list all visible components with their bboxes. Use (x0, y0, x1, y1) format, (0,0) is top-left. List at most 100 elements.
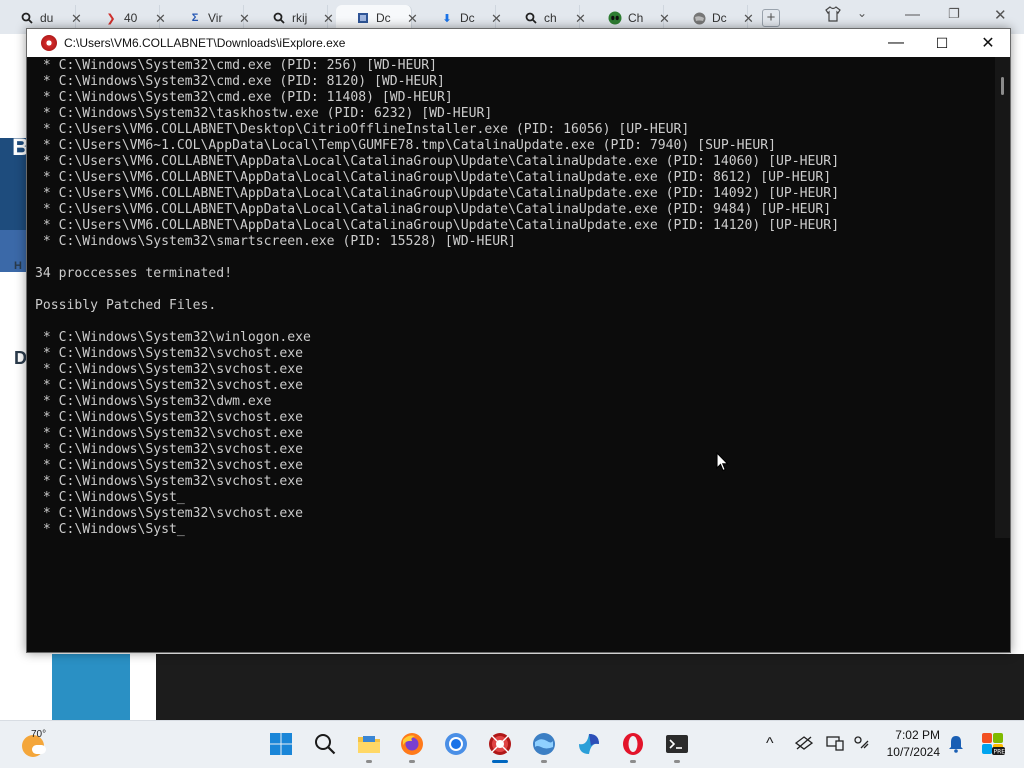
notification-bell-icon[interactable] (948, 735, 964, 756)
maximize-button[interactable]: ☐ (919, 29, 965, 57)
search-button[interactable] (312, 731, 338, 757)
console-line: * C:\Windows\System32\svchost.exe (35, 426, 304, 441)
console-line: Possibly Patched Files. (35, 298, 217, 313)
browser-tab-title: Dc (712, 11, 727, 25)
console-line: * C:\Windows\System32\winlogon.exe (35, 330, 311, 345)
copilot-icon (579, 734, 599, 754)
browser-tab-title: Dc (376, 11, 391, 25)
console-line: * C:\Users\VM6.COLLABNET\AppData\Local\C… (35, 170, 832, 185)
console-line: * C:\Users\VM6.COLLABNET\AppData\Local\C… (35, 154, 840, 169)
cloud-shape (32, 745, 46, 754)
console-line: * C:\Users\VM6.COLLABNET\AppData\Local\C… (35, 202, 832, 217)
copilot-button[interactable] (576, 731, 602, 757)
mouse-pointer-icon (716, 451, 729, 475)
page-footer-block (156, 654, 1024, 720)
search-icon (20, 11, 34, 25)
iexplore-app-button[interactable] (487, 731, 513, 757)
start-button[interactable] (268, 731, 294, 757)
console-line: * C:\Windows\System32\svchost.exe (35, 378, 304, 393)
firefox-button[interactable] (399, 731, 425, 757)
terminal-button[interactable] (664, 731, 690, 757)
console-window[interactable]: C:\Users\VM6.COLLABNET\Downloads\iExplor… (26, 28, 1011, 653)
sigma-icon: Σ (191, 12, 199, 24)
console-line: * C:\Users\VM6.COLLABNET\Desktop\CitrioO… (35, 122, 690, 137)
console-line: * C:\Windows\System32\cmd.exe (PID: 256)… (35, 58, 438, 73)
globe-icon (692, 11, 706, 25)
console-line: * C:\Windows\System32\smartscreen.exe (P… (35, 234, 516, 249)
plus-icon: + (766, 9, 776, 26)
search-icon (272, 11, 286, 25)
console-line: * C:\Users\VM6.COLLABNET\AppData\Local\C… (35, 218, 840, 233)
svg-text:PRE: PRE (994, 749, 1006, 756)
minimize-button[interactable]: — (873, 29, 919, 57)
close-icon[interactable]: ✕ (994, 6, 1007, 24)
browser-tab-title: Ch (628, 11, 644, 25)
file-explorer-button[interactable] (356, 731, 382, 757)
firefox-icon (401, 733, 423, 755)
browser-tab-title: 40 (124, 11, 138, 25)
console-line: * C:\Windows\System32\svchost.exe (35, 410, 304, 425)
console-line: * C:\Windows\System32\svchost.exe (35, 362, 304, 377)
accessibility-icon[interactable] (853, 735, 871, 754)
virustotal-icon: ❯ (106, 12, 116, 25)
taskbar-clock[interactable]: 7:02 PM 10/7/2024 (880, 727, 940, 761)
browser-tab-title: du (40, 11, 54, 25)
taskbar: 70° ^ 7:02 PM 10/7/2024 PRE (0, 720, 1024, 768)
opera-icon (623, 733, 643, 755)
console-line: * C:\Windows\System32\dwm.exe (35, 394, 272, 409)
page-nav-strip (0, 230, 26, 272)
alien-icon (608, 11, 622, 25)
active-indicator (492, 760, 508, 763)
shirt-icon[interactable] (825, 6, 841, 26)
browser-globe-button[interactable] (531, 731, 557, 757)
show-hidden-icons-chevron-icon[interactable]: ^ (766, 735, 774, 753)
opera-button[interactable] (620, 731, 646, 757)
globe-icon (533, 733, 555, 755)
running-indicator (630, 760, 636, 763)
console-line: * C:\Windows\Syst_ (35, 490, 185, 505)
minimize-icon[interactable]: — (905, 6, 920, 23)
browser-tab-title: Vir (208, 11, 223, 25)
folder-icon (358, 736, 380, 753)
iexplore-app-icon (489, 733, 511, 755)
display-icon[interactable] (826, 735, 844, 754)
close-icon[interactable]: ✕ (323, 11, 334, 27)
terminal-icon (666, 735, 688, 753)
console-output: * C:\Windows\System32\cmd.exe (PID: 256)… (27, 57, 995, 566)
page-link-fragment: H (14, 260, 22, 272)
console-line: * C:\Windows\System32\svchost.exe (35, 506, 304, 521)
console-line: 34 proccesses terminated! (35, 266, 233, 281)
iexplore-app-icon (41, 35, 57, 51)
console-line: * C:\Windows\Syst_ (35, 522, 185, 537)
close-icon[interactable]: ✕ (71, 11, 82, 27)
chrome-icon (445, 733, 467, 755)
console-line: * C:\Windows\System32\svchost.exe (35, 442, 304, 457)
close-icon[interactable]: ✕ (155, 11, 166, 27)
restore-icon[interactable]: ❐ (948, 6, 960, 22)
close-icon[interactable]: ✕ (491, 11, 502, 27)
page-image-block (52, 654, 130, 720)
browser-tab-title: rkij (292, 11, 308, 25)
chevron-down-icon[interactable]: ⌄ (857, 6, 867, 20)
clock-time: 7:02 PM (895, 728, 940, 742)
running-indicator (409, 760, 415, 763)
scrollbar-thumb[interactable] (1001, 77, 1004, 95)
close-icon[interactable]: ✕ (659, 11, 670, 27)
console-empty-area (27, 538, 1010, 652)
running-indicator (541, 760, 547, 763)
close-icon[interactable]: ✕ (575, 11, 586, 27)
close-icon[interactable]: ✕ (407, 11, 418, 27)
chrome-button[interactable] (443, 731, 469, 757)
network-icon[interactable] (794, 735, 814, 754)
close-icon[interactable]: ✕ (743, 11, 754, 27)
close-button[interactable]: ✕ (965, 29, 1011, 57)
console-title-bar[interactable]: C:\Users\VM6.COLLABNET\Downloads\iExplor… (27, 29, 1010, 57)
console-line: * C:\Windows\System32\svchost.exe (35, 458, 304, 473)
console-scrollbar[interactable] (995, 57, 1010, 538)
console-line: * C:\Windows\System32\taskhostw.exe (PID… (35, 106, 493, 121)
new-tab-button[interactable]: + (762, 9, 780, 27)
copilot-pre-icon[interactable]: PRE (980, 731, 1006, 760)
close-icon[interactable]: ✕ (239, 11, 250, 27)
